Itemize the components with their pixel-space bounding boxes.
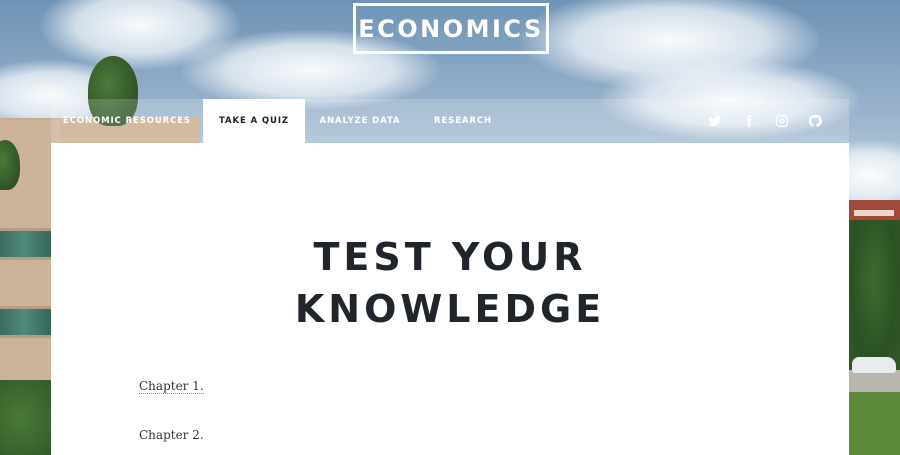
page-title-line1: TEST YOUR [313,235,587,279]
nav-item-analyze-data[interactable]: ANALYZE DATA [305,99,415,143]
page-title: TEST YOUR KNOWLEDGE [51,231,849,335]
page-title-line2: KNOWLEDGE [294,287,606,331]
twitter-icon[interactable] [705,111,725,131]
chapter-1-link[interactable]: Chapter 1. [139,379,204,394]
chapter-2-link[interactable]: Chapter 2. [139,428,204,442]
facebook-icon[interactable] [739,111,759,131]
nav-item-economic-resources[interactable]: ECONOMIC RESOURCES [51,99,203,143]
main-nav: ECONOMIC RESOURCES TAKE A QUIZ ANALYZE D… [51,99,849,143]
nav-item-research[interactable]: RESEARCH [415,99,511,143]
instagram-icon[interactable] [772,111,792,131]
github-icon[interactable] [805,111,825,131]
content-card: TEST YOUR KNOWLEDGE Chapter 1. Chapter 2… [51,143,849,455]
site-title-link[interactable]: ECONOMICS [353,3,549,54]
nav-item-take-a-quiz[interactable]: TAKE A QUIZ [203,99,305,143]
